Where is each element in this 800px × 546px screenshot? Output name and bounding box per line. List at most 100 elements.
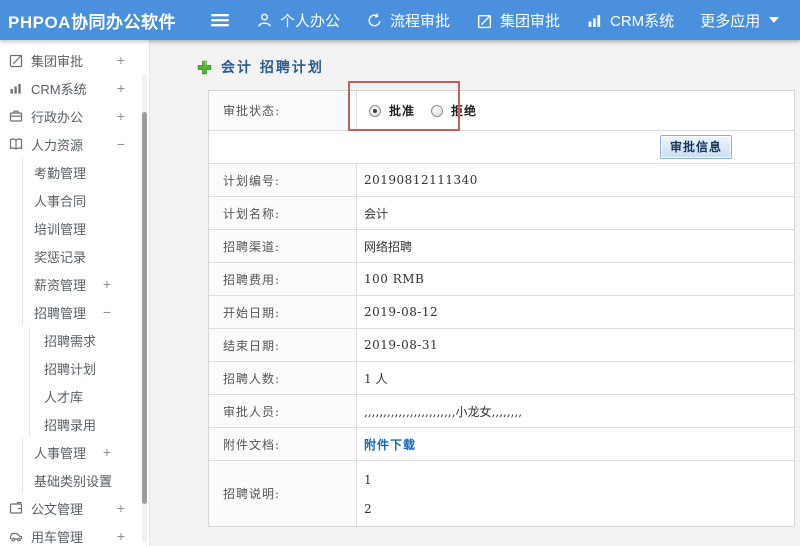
expand-toggle[interactable]: +: [103, 276, 111, 292]
sidebar-item-label: 公文管理: [31, 501, 84, 517]
form-row-description: 招聘说明: 1 2: [209, 461, 794, 526]
sidebar-item-label: 奖惩记录: [34, 249, 87, 265]
sidebar-item-admin-office[interactable]: 行政办公 +: [0, 102, 149, 130]
description-line: 2: [364, 502, 372, 516]
expand-toggle[interactable]: +: [117, 528, 125, 544]
breadcrumb: 会计 招聘计划: [150, 40, 800, 77]
document-wallet-icon: [9, 501, 23, 514]
sidebar-collapse-button[interactable]: [210, 12, 230, 28]
radio-label: 批准: [389, 104, 416, 118]
form-row-recruit-channel: 招聘渠道: 网络招聘: [209, 230, 794, 263]
field-label: 结束日期:: [209, 329, 357, 361]
sidebar-scrollbar-thumb[interactable]: [142, 112, 147, 504]
field-value: 1 人: [357, 362, 794, 394]
sidebar-item-label: 集团审批: [31, 53, 84, 69]
sidebar-item-label: 招聘录用: [44, 417, 97, 433]
field-value: 2019-08-12: [357, 296, 794, 328]
attachment-download-link[interactable]: 附件下载: [364, 436, 416, 453]
expand-toggle[interactable]: +: [103, 472, 111, 488]
hamburger-icon: [210, 14, 229, 27]
page-title: 会计 招聘计划: [221, 60, 324, 76]
sidebar-item-recruit-plan[interactable]: 招聘计划: [0, 354, 149, 382]
expand-toggle[interactable]: +: [117, 500, 125, 516]
field-label: 审批状态:: [209, 91, 357, 130]
sidebar-item-label: 人事合同: [34, 193, 87, 209]
sidebar-item-label: 薪资管理: [34, 277, 87, 293]
sidebar-item-label: 行政办公: [31, 109, 84, 125]
collapse-toggle[interactable]: −: [103, 304, 111, 320]
field-value: 网络招聘: [357, 230, 794, 262]
user-icon: [258, 13, 271, 27]
app-logo: PHPOA协同办公软件: [8, 12, 176, 32]
expand-toggle[interactable]: +: [117, 108, 125, 124]
form-row-approvers: 审批人员: ,,,,,,,,,,,,,,,,,,,,,,,,小龙女,,,,,,,…: [209, 395, 794, 428]
expand-toggle[interactable]: +: [117, 52, 125, 68]
book-icon: [9, 138, 23, 150]
form-row-plan-name: 计划名称: 会计: [209, 197, 794, 230]
form-row-button: 审批信息: [209, 131, 794, 164]
sidebar-item-hr-contracts[interactable]: 人事合同: [0, 186, 149, 214]
sidebar-item-base-category-settings[interactable]: 基础类别设置 +: [0, 466, 149, 494]
field-label: 审批人员:: [209, 395, 357, 427]
field-label: 开始日期:: [209, 296, 357, 328]
nav-crm-system[interactable]: CRM系统: [586, 10, 674, 31]
sidebar-item-talent-pool[interactable]: 人才库: [0, 382, 149, 410]
sidebar-item-recruit-demand[interactable]: 招聘需求: [0, 326, 149, 354]
field-value: 批准 拒绝: [357, 91, 794, 130]
sidebar-item-vehicle-mgmt[interactable]: 用车管理 +: [0, 522, 149, 546]
app-window: PHPOA协同办公软件 个人办公 流程审批 集团审批 CRM系统 更多应用 集团…: [0, 0, 800, 546]
field-value: 1 2: [357, 461, 794, 526]
nav-label: 流程审批: [389, 12, 450, 30]
field-value: 20190812111340: [357, 164, 794, 196]
green-plus-icon[interactable]: [197, 60, 212, 75]
sidebar-item-attendance-mgmt[interactable]: 考勤管理: [0, 158, 149, 186]
sidebar-item-rewards-records[interactable]: 奖惩记录: [0, 242, 149, 270]
cycle-arrow-icon: [368, 12, 381, 26]
form-row-start-date: 开始日期: 2019-08-12: [209, 296, 794, 329]
field-label: 计划编号:: [209, 164, 357, 196]
field-value: 100 RMB: [357, 263, 794, 295]
sidebar-item-training-mgmt[interactable]: 培训管理: [0, 214, 149, 242]
sidebar-item-recruit-mgmt[interactable]: 招聘管理 −: [0, 298, 149, 326]
collapse-toggle[interactable]: −: [117, 136, 125, 152]
nav-process-approval[interactable]: 流程审批: [366, 10, 450, 31]
main-content: 会计 招聘计划 审批状态: 批准 拒绝 审批信息 计划编号: 201908121…: [150, 40, 800, 546]
sidebar-item-recruit-hiring[interactable]: 招聘录用: [0, 410, 149, 438]
edit-square-icon: [477, 14, 492, 28]
nav-label: 集团审批: [500, 12, 561, 30]
form-row-recruit-cost: 招聘费用: 100 RMB: [209, 263, 794, 296]
sidebar-item-label: 培训管理: [34, 221, 87, 237]
sidebar-item-label: CRM系统: [31, 81, 87, 97]
field-value: ,,,,,,,,,,,,,,,,,,,,,,,,小龙女,,,,,,,,: [357, 395, 794, 427]
nav-more-apps[interactable]: 更多应用: [700, 10, 780, 31]
sidebar-item-label: 基础类别设置: [34, 473, 113, 489]
nav-label: CRM系统: [610, 12, 675, 30]
sidebar-item-human-resources[interactable]: 人力资源 −: [0, 130, 149, 158]
field-label: 招聘渠道:: [209, 230, 357, 262]
sidebar-item-personnel-mgmt[interactable]: 人事管理 +: [0, 438, 149, 466]
nav-group-approval[interactable]: 集团审批: [476, 10, 560, 31]
sidebar-item-label: 考勤管理: [34, 165, 87, 181]
description-line: 1: [364, 473, 372, 487]
sidebar-item-label: 招聘计划: [44, 361, 97, 377]
approval-info-button[interactable]: 审批信息: [659, 135, 732, 159]
sidebar-item-crm-system[interactable]: CRM系统 +: [0, 74, 149, 102]
sidebar: 集团审批 + CRM系统 + 行政办公 + 人力资源 − 考勤管理 人事合同 培…: [0, 40, 150, 546]
expand-toggle[interactable]: +: [117, 80, 125, 96]
radio-label: 拒绝: [451, 104, 478, 118]
radio-approve[interactable]: 批准: [369, 102, 415, 119]
nav-personal-office[interactable]: 个人办公: [256, 10, 340, 31]
bar-chart-icon: [588, 14, 601, 27]
bar-chart-icon: [10, 84, 21, 94]
expand-toggle[interactable]: +: [103, 444, 111, 460]
form-row-headcount: 招聘人数: 1 人: [209, 362, 794, 395]
nav-label: 更多应用: [700, 12, 761, 30]
field-label: 计划名称:: [209, 197, 357, 229]
radio-reject[interactable]: 拒绝: [431, 102, 477, 119]
top-bar: PHPOA协同办公软件 个人办公 流程审批 集团审批 CRM系统 更多应用: [0, 0, 800, 40]
sidebar-item-document-mgmt[interactable]: 公文管理 +: [0, 494, 149, 522]
sidebar-item-label: 用车管理: [31, 529, 84, 545]
sidebar-item-label: 招聘管理: [34, 305, 87, 321]
sidebar-item-salary-mgmt[interactable]: 薪资管理 +: [0, 270, 149, 298]
sidebar-item-group-approval[interactable]: 集团审批 +: [0, 46, 149, 74]
